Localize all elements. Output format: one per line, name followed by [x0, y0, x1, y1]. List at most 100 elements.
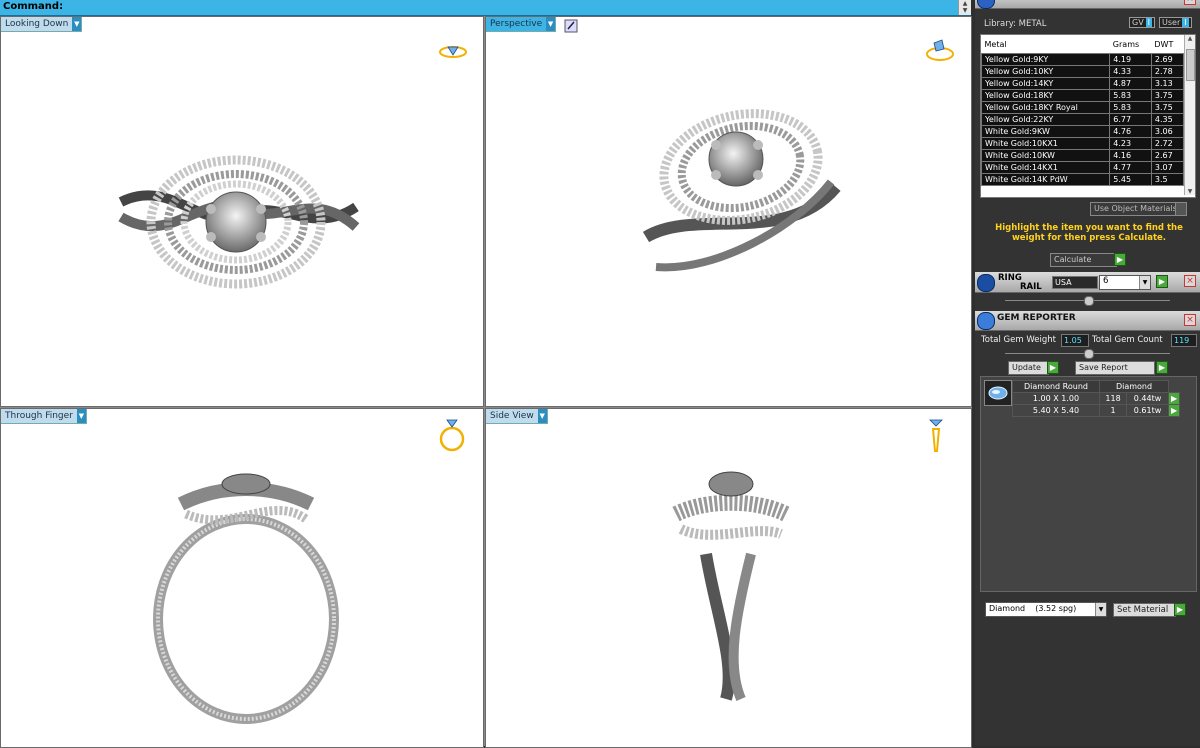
command-bar[interactable]: Command: ▲ ▼ — [0, 0, 971, 16]
column-header-dwt[interactable]: DWT — [1151, 35, 1183, 54]
set-material-button[interactable]: Set Material — [1113, 603, 1176, 617]
ring-front-view-icon — [439, 419, 465, 452]
metal-name-cell: Yellow Gold:18KY Royal — [981, 101, 1111, 114]
scroll-up-icon[interactable]: ▲ — [1185, 35, 1195, 42]
table-row[interactable]: Yellow Gold:18KY Royal 5.83 3.75 — [981, 101, 1185, 114]
ring-perspective-icon — [926, 39, 954, 61]
play-icon[interactable]: ▶ — [1174, 603, 1186, 616]
gem-thumbnail[interactable] — [984, 380, 1012, 406]
table-row[interactable]: Yellow Gold:9KY 4.19 2.69 — [981, 53, 1185, 66]
table-row[interactable]: 5.40 X 5.40 1 0.61tw ▶ — [1012, 404, 1181, 417]
viewport-tab-looking-down[interactable]: Looking Down ▼ — [1, 17, 83, 32]
viewport-looking-down[interactable]: Looking Down ▼ — [0, 16, 484, 407]
close-icon[interactable]: × — [1184, 0, 1196, 5]
play-icon[interactable]: ▶ — [1114, 253, 1126, 266]
gv-indicator: I — [1145, 18, 1153, 27]
viewport-tab-perspective[interactable]: Perspective ▼ — [486, 17, 557, 32]
calculate-button[interactable]: Calculate — [1050, 253, 1117, 267]
chevron-down-icon[interactable]: ▼ — [76, 409, 86, 423]
chevron-down-icon[interactable]: ▼ — [546, 17, 556, 31]
metal-name-cell: White Gold:9KW — [981, 125, 1111, 138]
metal-weight-icon — [977, 0, 995, 9]
camera-icon[interactable] — [564, 19, 578, 33]
gv-label: GV — [1132, 18, 1144, 27]
calculate-label: Calculate — [1054, 255, 1092, 264]
gem-report-area: Diamond Round Diamond 1.00 X 1.00 118 0.44… — [980, 376, 1197, 592]
table-row[interactable]: Yellow Gold:22KY 6.77 4.35 — [981, 113, 1185, 126]
ring-rail-title: RING RAIL — [998, 274, 1042, 292]
dwt-cell: 3.75 — [1150, 89, 1185, 102]
grams-cell: 4.77 — [1109, 161, 1152, 174]
viewport-label: Side View — [490, 411, 534, 421]
update-button[interactable]: Update — [1008, 361, 1049, 375]
viewport-tab-side-view[interactable]: Side View ▼ — [486, 409, 548, 424]
play-icon[interactable]: ▶ — [1167, 392, 1181, 405]
total-gem-weight-value: 1.05 — [1061, 334, 1089, 347]
dwt-cell: 3.13 — [1150, 77, 1185, 90]
grams-cell: 4.16 — [1109, 149, 1152, 162]
ring-size-select[interactable]: 6 ▼ — [1099, 275, 1151, 290]
user-toggle[interactable]: User I — [1159, 17, 1192, 28]
table-row[interactable]: White Gold:14K PdW 5.45 3.5 — [981, 173, 1185, 186]
table-row[interactable]: White Gold:14KX1 4.77 3.07 — [981, 161, 1185, 174]
metal-name-cell: White Gold:10KW — [981, 149, 1111, 162]
viewport-tab-through-finger[interactable]: Through Finger ▼ — [1, 409, 87, 424]
play-icon[interactable]: ▶ — [1167, 404, 1181, 417]
dwt-cell: 2.72 — [1150, 137, 1185, 150]
checkbox-icon[interactable] — [1175, 202, 1187, 216]
chevron-down-icon[interactable]: ▼ — [1095, 603, 1106, 616]
ring-rail-icon — [977, 274, 995, 292]
ring-render-perspective — [642, 109, 841, 272]
right-panel: × Library: METAL GV I User I Metal Grams… — [975, 0, 1200, 746]
column-header-metal[interactable]: Metal — [982, 35, 1110, 54]
metal-name-cell: White Gold:14KX1 — [981, 161, 1111, 174]
scroll-thumb[interactable] — [1186, 49, 1195, 81]
gem-reporter-slider-handle[interactable] — [1084, 349, 1094, 359]
metal-name-cell: Yellow Gold:18KY — [981, 89, 1111, 102]
library-toggles: GV I User I — [1129, 17, 1192, 28]
gem-material-header: Diamond — [1099, 380, 1169, 393]
country-select[interactable]: USA — [1052, 276, 1098, 289]
play-icon[interactable]: ▶ — [1156, 361, 1168, 374]
viewport-perspective[interactable]: Perspective ▼ — [485, 16, 972, 407]
close-icon[interactable]: × — [1184, 314, 1196, 326]
column-header-grams[interactable]: Grams — [1110, 35, 1152, 54]
gem-size-cell: 1.00 X 1.00 — [1012, 392, 1100, 405]
chevron-down-icon[interactable]: ▼ — [1139, 276, 1150, 289]
scroll-down-icon[interactable]: ▼ — [959, 7, 971, 14]
table-row[interactable]: White Gold:10KW 4.16 2.67 — [981, 149, 1185, 162]
gv-toggle[interactable]: GV I — [1129, 17, 1156, 28]
gem-shape-header: Diamond Round — [1012, 380, 1100, 393]
table-row[interactable]: Yellow Gold:18KY 5.83 3.75 — [981, 89, 1185, 102]
play-icon[interactable]: ▶ — [1156, 275, 1168, 288]
dwt-cell: 3.5 — [1150, 173, 1185, 186]
command-scrollbar[interactable]: ▲ ▼ — [958, 0, 971, 15]
dwt-cell: 2.67 — [1150, 149, 1185, 162]
chevron-down-icon[interactable]: ▼ — [72, 17, 82, 31]
scroll-down-icon[interactable]: ▼ — [1185, 188, 1195, 195]
table-row[interactable]: White Gold:9KW 4.76 3.06 — [981, 125, 1185, 138]
gem-count-cell: 1 — [1098, 404, 1128, 417]
table-row[interactable]: Yellow Gold:14KY 4.87 3.13 — [981, 77, 1185, 90]
use-object-materials-label: Use Object Materials — [1094, 204, 1177, 213]
ring-rail-slider-handle[interactable] — [1084, 296, 1094, 306]
use-object-materials-button[interactable]: Use Object Materials — [1090, 202, 1187, 216]
save-report-button[interactable]: Save Report — [1075, 361, 1155, 375]
ring-render-side — [672, 471, 790, 701]
chevron-down-icon[interactable]: ▼ — [537, 409, 547, 423]
table-row[interactable]: White Gold:10KX1 4.23 2.72 — [981, 137, 1185, 150]
viewport-side-view[interactable]: Side View ▼ — [485, 408, 972, 748]
grams-cell: 4.87 — [1109, 77, 1152, 90]
table-row[interactable]: 1.00 X 1.00 118 0.44tw ▶ — [1012, 392, 1181, 405]
play-icon[interactable]: ▶ — [1047, 361, 1059, 374]
grams-cell: 4.19 — [1109, 53, 1152, 66]
material-select[interactable]: Diamond (3.52 spg) ▼ — [985, 602, 1107, 617]
scroll-up-icon[interactable]: ▲ — [959, 0, 971, 7]
metal-table-header: Metal Grams DWT — [981, 35, 1184, 54]
viewport-through-finger[interactable]: Through Finger ▼ — [0, 408, 484, 748]
table-row[interactable]: Yellow Gold:10KY 4.33 2.78 — [981, 65, 1185, 78]
metal-table[interactable]: Metal Grams DWT Yellow Gold:9KY 4.19 2.69 Y… — [980, 34, 1196, 198]
close-icon[interactable]: × — [1184, 275, 1196, 287]
metal-table-scrollbar[interactable]: ▲ ▼ — [1184, 35, 1195, 195]
ring-size-value: 6 — [1103, 276, 1109, 286]
